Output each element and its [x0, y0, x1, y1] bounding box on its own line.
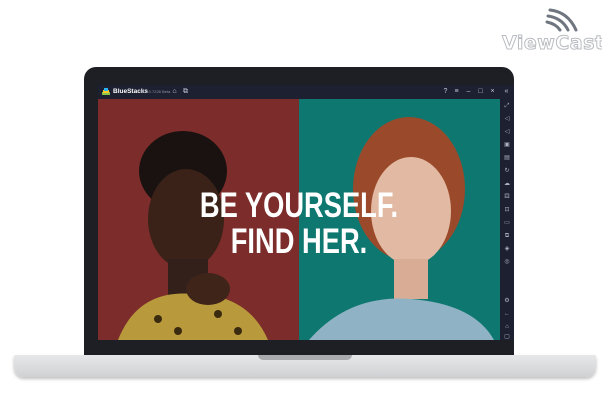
- back-icon[interactable]: ←: [503, 310, 511, 318]
- laptop-screen: BlueStacks 5.0.0.7228 Beta ⌂ ⧉ ? ≡ – □ ×…: [98, 85, 514, 340]
- shake-icon[interactable]: ☁: [503, 180, 511, 188]
- menu-icon[interactable]: ≡: [452, 87, 461, 96]
- macro-icon[interactable]: ◎: [503, 258, 511, 266]
- collapse-sidebar-icon[interactable]: «: [502, 87, 511, 96]
- app-version: 5.0.0.7228 Beta: [142, 89, 171, 94]
- gamepad-icon[interactable]: ⚃: [503, 193, 511, 201]
- fullscreen-icon[interactable]: ⤢: [503, 102, 511, 110]
- folder-icon[interactable]: ▭: [503, 219, 511, 227]
- home-icon[interactable]: ⌂: [503, 323, 511, 331]
- laptop-notch: [258, 355, 352, 360]
- volume-up-icon[interactable]: ◁: [503, 115, 511, 123]
- keyboard-icon[interactable]: ▤: [503, 154, 511, 162]
- ad-headline: BE YOURSELF. FIND HER.: [142, 188, 456, 260]
- help-icon[interactable]: ?: [441, 87, 450, 96]
- settings-icon[interactable]: ⚙: [503, 297, 511, 305]
- viewcast-watermark: ViewCast: [496, 6, 602, 55]
- screenshot-icon[interactable]: ⊡: [503, 206, 511, 214]
- watermark-text: ViewCast: [501, 32, 602, 55]
- multi-instance-icon[interactable]: ⧉: [181, 87, 190, 96]
- volume-down-icon[interactable]: ◁: [503, 128, 511, 136]
- screen-record-icon[interactable]: ▣: [503, 141, 511, 149]
- minimize-icon[interactable]: –: [464, 87, 473, 96]
- multi-instance-icon[interactable]: ⧉: [503, 232, 511, 240]
- headline-line-1: BE YOURSELF.: [199, 186, 399, 225]
- rotate-icon[interactable]: ↻: [503, 167, 511, 175]
- bluestacks-titlebar: BlueStacks 5.0.0.7228 Beta ⌂ ⧉ ? ≡ – □ ×…: [98, 85, 514, 99]
- headline-line-2: FIND HER.: [230, 222, 368, 261]
- eco-mode-icon[interactable]: ◈: [503, 245, 511, 253]
- wifi-waves-icon: [545, 8, 578, 32]
- restore-icon[interactable]: □: [476, 87, 485, 96]
- home-icon[interactable]: ⌂: [170, 87, 179, 96]
- bluestacks-logo-icon: [102, 88, 110, 95]
- bluestacks-sidebar: ⤢ ◁ ◁ ▣ ▤ ↻ ☁ ⚃ ⊡ ▭ ⧉ ◈ ◎ ⚙ ← ⌂ ▢: [500, 99, 514, 340]
- recent-apps-icon[interactable]: ▢: [503, 333, 511, 340]
- close-icon[interactable]: ×: [488, 87, 497, 96]
